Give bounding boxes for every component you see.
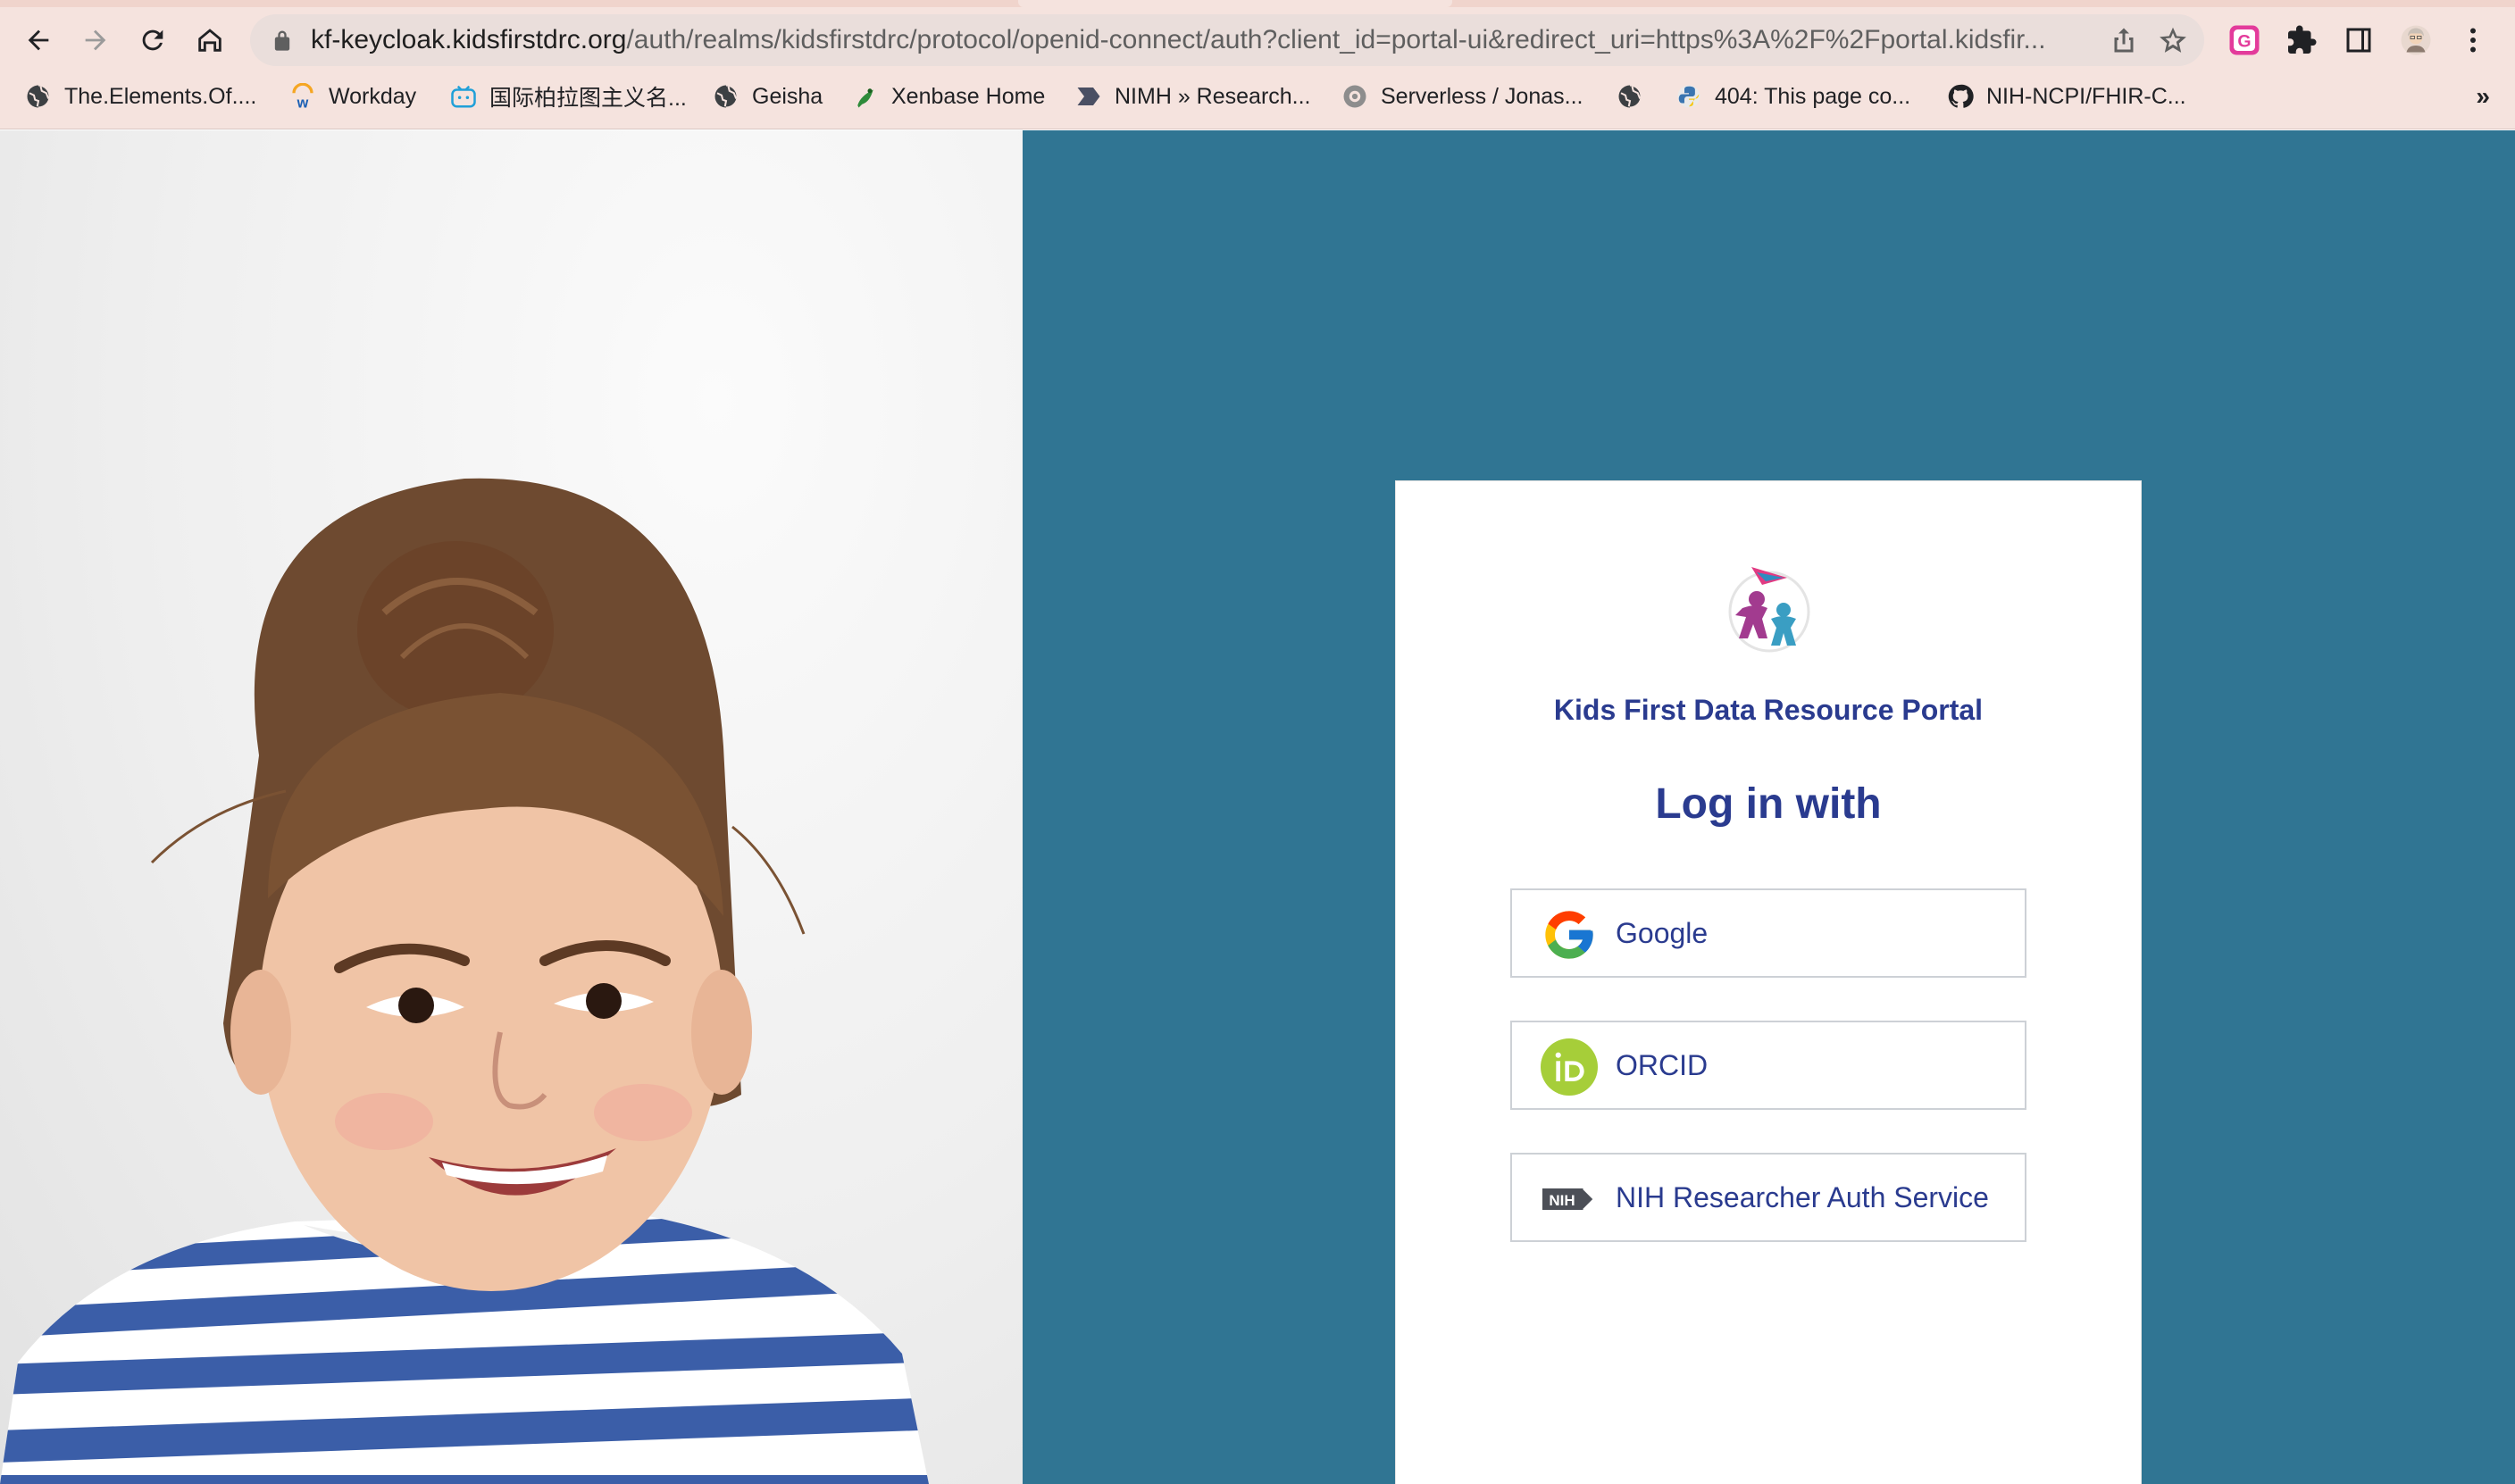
bookmark-star-icon[interactable] <box>2156 23 2190 57</box>
hero-photo <box>0 130 1023 1484</box>
bookmark-item[interactable]: The.Elements.Of.... <box>25 77 256 116</box>
workday-icon: w <box>292 83 313 111</box>
browser-menu-button[interactable] <box>2452 20 2494 61</box>
bookmark-label: Geisha <box>752 83 823 109</box>
kids-first-logo-icon <box>1728 567 1810 653</box>
login-card: Kids First Data Resource Portal Log in w… <box>1395 480 2142 1484</box>
reload-button[interactable] <box>129 16 177 64</box>
arrow-right-icon <box>85 29 106 51</box>
bookmark-item[interactable] <box>1617 77 1656 116</box>
home-icon <box>198 29 221 52</box>
side-panel-button[interactable] <box>2338 20 2379 61</box>
google-login-button[interactable]: Google <box>1510 888 2026 978</box>
bilibili-icon <box>451 85 476 108</box>
url-text[interactable]: kf-keycloak.kidsfirstdrc.org/auth/realms… <box>311 14 2079 66</box>
nih-icon-text: NIH <box>1549 1192 1575 1209</box>
bookmark-item[interactable]: Geisha <box>713 77 823 116</box>
globe-icon <box>714 84 739 109</box>
reload-icon <box>142 29 163 51</box>
child-portrait-image <box>0 478 929 1484</box>
frog-icon <box>857 88 873 108</box>
orcid-login-label: ORCID <box>1616 1049 1709 1081</box>
avatar <box>2401 25 2431 55</box>
back-button[interactable] <box>14 16 63 64</box>
svg-text:G: G <box>2237 32 2251 52</box>
portal-name: Kids First Data Resource Portal <box>1553 694 1984 726</box>
bookmark-item[interactable]: w Workday <box>289 77 416 116</box>
tab-strip <box>0 0 2515 7</box>
side-panel-icon <box>2346 28 2371 53</box>
home-button[interactable] <box>186 16 234 64</box>
bookmark-label: NIH-NCPI/FHIR-C... <box>1986 83 2186 109</box>
extensions-button[interactable] <box>2281 20 2322 61</box>
url-path: /auth/realms/kidsfirstdrc/protocol/openi… <box>626 25 2046 54</box>
login-title: Log in with <box>1655 780 1882 828</box>
bookmark-label: Serverless / Jonas... <box>1381 83 1583 109</box>
globe-icon <box>1618 84 1642 109</box>
browser-toolbar: kf-keycloak.kidsfirstdrc.org/auth/realms… <box>0 13 2515 68</box>
bookmark-item[interactable]: NIH-NCPI/FHIR-C... <box>1947 77 2186 116</box>
bookmark-item[interactable]: Serverless / Jonas... <box>1341 77 1583 116</box>
more-vertical-icon <box>2470 28 2476 53</box>
bookmark-label: 404: This page co... <box>1715 83 1911 109</box>
url-host: kf-keycloak.kidsfirstdrc.org <box>311 25 627 54</box>
bookmark-label: The.Elements.Of.... <box>64 83 257 109</box>
serverless-icon <box>1343 85 1366 108</box>
nih-ras-login-button[interactable]: NIH NIH Researcher Auth Service <box>1510 1153 2026 1242</box>
login-page: Kids First Data Resource Portal Log in w… <box>0 130 2515 1484</box>
browser-chrome: kf-keycloak.kidsfirstdrc.org/auth/realms… <box>0 0 2515 129</box>
nih-icon: NIH <box>1542 1188 1596 1211</box>
nimh-icon <box>1077 88 1100 105</box>
grammarly-icon: G <box>2229 25 2260 55</box>
bookmark-item[interactable]: 国际柏拉图主义名... <box>450 77 687 116</box>
bookmark-item[interactable]: 404: This page co... <box>1675 77 1910 116</box>
address-bar[interactable]: kf-keycloak.kidsfirstdrc.org/auth/realms… <box>250 14 2204 66</box>
forward-button[interactable] <box>71 16 120 64</box>
google-login-label: Google <box>1616 917 1709 949</box>
bookmark-label: Workday <box>329 83 417 109</box>
share-icon[interactable] <box>2108 24 2140 56</box>
bookmarks-bar: The.Elements.Of.... w Workday 国际柏拉图主义名..… <box>0 77 2515 116</box>
orcid-login-button[interactable]: ORCID <box>1510 1021 2026 1110</box>
active-tab[interactable] <box>1018 0 1452 7</box>
orcid-icon <box>1541 1038 1598 1096</box>
bookmark-item[interactable]: NIMH » Research... <box>1075 77 1311 116</box>
bookmark-label: Xenbase Home <box>891 83 1046 109</box>
puzzle-icon <box>2288 25 2317 54</box>
google-icon <box>1545 911 1593 959</box>
lock-icon <box>274 30 290 51</box>
profile-button[interactable] <box>2395 20 2436 61</box>
nih-ras-login-label: NIH Researcher Auth Service <box>1616 1181 1989 1213</box>
bookmark-item[interactable]: Xenbase Home <box>852 77 1045 116</box>
bookmarks-overflow-button[interactable]: » <box>2476 77 2490 116</box>
bookmark-label: 国际柏拉图主义名... <box>489 86 687 111</box>
python-icon <box>1677 85 1700 108</box>
bookmark-label: NIMH » Research... <box>1115 83 1311 109</box>
svg-text:w: w <box>297 96 309 111</box>
grammarly-extension-button[interactable]: G <box>2224 20 2265 61</box>
github-icon <box>1948 84 1974 108</box>
arrow-left-icon <box>28 29 49 51</box>
globe-icon <box>27 84 51 109</box>
